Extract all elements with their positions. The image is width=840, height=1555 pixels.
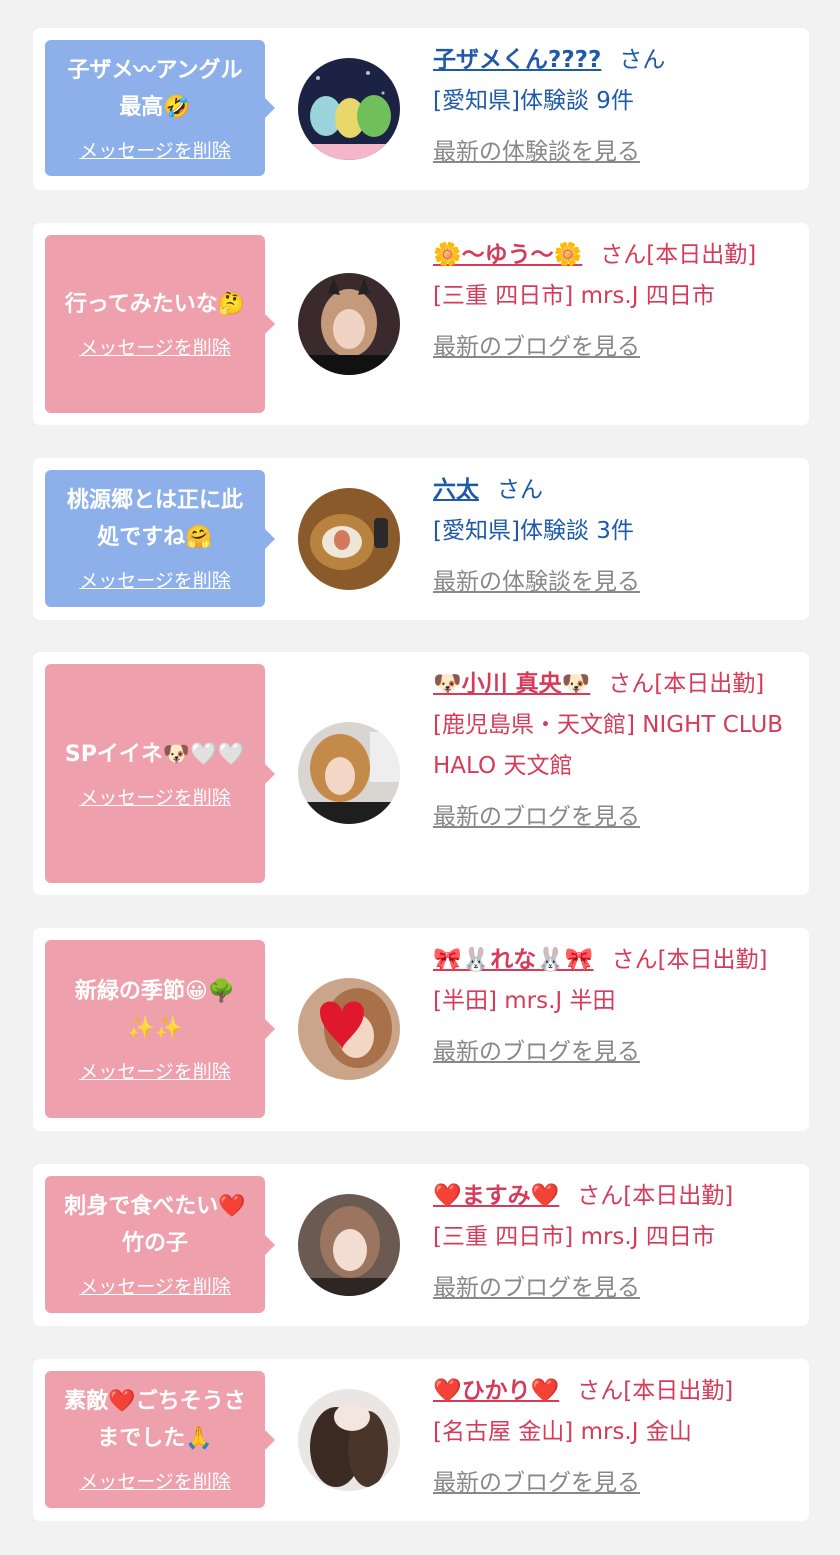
list-item: 素敵❤️ごちそうさ までした🙏 メッセージを削除 ❤️ひかり❤️ さん[本日出勤]… bbox=[33, 1359, 809, 1521]
user-info: ❤️ますみ❤️ さん[本日出勤] [三重 四日市] mrs.J 四日市 最新のブロ… bbox=[433, 1176, 785, 1302]
list-item: 刺身で食べたい❤️ 竹の子 メッセージを削除 ❤️ますみ❤️ さん[本日出勤] [… bbox=[33, 1164, 809, 1326]
user-suffix: さん[本日出勤] bbox=[600, 242, 757, 268]
avatar[interactable] bbox=[298, 722, 400, 824]
user-info: ❤️ひかり❤️ さん[本日出勤] [名古屋 金山] mrs.J 金山 最新のブログ… bbox=[433, 1371, 785, 1497]
user-name-link[interactable]: 🎀🐰れな🐰🎀 bbox=[433, 947, 594, 973]
user-suffix: さん[本日出勤] bbox=[577, 1183, 734, 1209]
message-bubble: 刺身で食べたい❤️ 竹の子 メッセージを削除 bbox=[45, 1176, 275, 1313]
message-text: 桃源郷とは正に此 処ですね🤗 bbox=[66, 488, 243, 550]
avatar[interactable] bbox=[298, 978, 400, 1080]
avatar[interactable] bbox=[298, 58, 400, 160]
message-bubble: 子ザメ〰アングル 最高🤣 メッセージを削除 bbox=[45, 40, 275, 176]
message-bubble: SPイイネ🐶🤍🤍 メッセージを削除 bbox=[45, 664, 275, 883]
message-text: 新緑の季節😀🌳 ✨✨ bbox=[74, 978, 236, 1041]
user-suffix: さん[本日出勤] bbox=[611, 947, 768, 973]
user-meta: [鹿児島県・天文館] NIGHT CLUB HALO 天文館 bbox=[433, 712, 784, 779]
delete-message-link[interactable]: メッセージを削除 bbox=[79, 333, 231, 360]
delete-message-link[interactable]: メッセージを削除 bbox=[79, 1272, 231, 1299]
message-bubble: 素敵❤️ごちそうさ までした🙏 メッセージを削除 bbox=[45, 1371, 275, 1508]
message-bubble: 新緑の季節😀🌳 ✨✨ メッセージを削除 bbox=[45, 940, 275, 1118]
latest-post-link[interactable]: 最新の体験談を見る bbox=[433, 562, 640, 596]
user-name-link[interactable]: ❤️ますみ❤️ bbox=[433, 1183, 559, 1209]
list-item: 桃源郷とは正に此 処ですね🤗 メッセージを削除 六太 さん [愛知県]体験談 3件… bbox=[33, 458, 809, 620]
avatar[interactable] bbox=[298, 1194, 400, 1296]
list-item: 子ザメ〰アングル 最高🤣 メッセージを削除 子ザメくん???? さん [愛知県]体… bbox=[33, 28, 809, 190]
avatar[interactable] bbox=[298, 488, 400, 590]
delete-message-link[interactable]: メッセージを削除 bbox=[79, 1467, 231, 1494]
user-meta: [愛知県]体験談 3件 bbox=[433, 518, 634, 544]
latest-post-link[interactable]: 最新のブログを見る bbox=[433, 1032, 640, 1066]
latest-post-link[interactable]: 最新のブログを見る bbox=[433, 797, 640, 831]
message-text: 子ザメ〰アングル 最高🤣 bbox=[67, 57, 243, 120]
user-name-link[interactable]: 🌼〜ゆう〜🌼 bbox=[433, 242, 582, 268]
avatar[interactable] bbox=[298, 273, 400, 375]
latest-post-link[interactable]: 最新のブログを見る bbox=[433, 1463, 640, 1497]
delete-message-link[interactable]: メッセージを削除 bbox=[79, 1057, 231, 1084]
user-meta: [愛知県]体験談 9件 bbox=[433, 88, 634, 114]
message-bubble: 行ってみたいな🤔 メッセージを削除 bbox=[45, 235, 275, 413]
user-name-link[interactable]: 子ザメくん???? bbox=[433, 47, 601, 73]
delete-message-link[interactable]: メッセージを削除 bbox=[79, 566, 231, 593]
avatar[interactable] bbox=[298, 1389, 400, 1491]
user-info: 子ザメくん???? さん [愛知県]体験談 9件 最新の体験談を見る bbox=[433, 40, 785, 166]
message-list: 子ザメ〰アングル 最高🤣 メッセージを削除 子ザメくん???? さん [愛知県]体… bbox=[0, 0, 840, 1555]
delete-message-link[interactable]: メッセージを削除 bbox=[79, 136, 231, 163]
user-info: 六太 さん [愛知県]体験談 3件 最新の体験談を見る bbox=[433, 470, 785, 596]
user-info: 🐶小川 真央🐶 さん[本日出勤] [鹿児島県・天文館] NIGHT CLUB HA… bbox=[433, 664, 785, 831]
user-info: 🎀🐰れな🐰🎀 さん[本日出勤] [半田] mrs.J 半田 最新のブログを見る bbox=[433, 940, 785, 1066]
message-text: 素敵❤️ごちそうさ までした🙏 bbox=[64, 1389, 246, 1451]
user-name-link[interactable]: 🐶小川 真央🐶 bbox=[433, 671, 590, 697]
user-meta: [名古屋 金山] mrs.J 金山 bbox=[433, 1419, 692, 1445]
user-suffix: さん bbox=[619, 47, 666, 73]
user-meta: [三重 四日市] mrs.J 四日市 bbox=[433, 283, 715, 309]
user-suffix: さん[本日出勤] bbox=[608, 671, 765, 697]
list-item: SPイイネ🐶🤍🤍 メッセージを削除 🐶小川 真央🐶 さん[本日出勤] [鹿児島県・… bbox=[33, 652, 809, 895]
list-item: 行ってみたいな🤔 メッセージを削除 🌼〜ゆう〜🌼 さん[本日出勤] [三重 四日市… bbox=[33, 223, 809, 425]
user-suffix: さん[本日出勤] bbox=[577, 1378, 734, 1404]
user-suffix: さん bbox=[497, 477, 543, 503]
list-item: 新緑の季節😀🌳 ✨✨ メッセージを削除 🎀🐰れな🐰🎀 さん[本日出勤] [半田] … bbox=[33, 928, 809, 1131]
delete-message-link[interactable]: メッセージを削除 bbox=[79, 783, 231, 810]
user-meta: [半田] mrs.J 半田 bbox=[433, 988, 616, 1014]
user-meta: [三重 四日市] mrs.J 四日市 bbox=[433, 1224, 715, 1250]
user-name-link[interactable]: 六太 bbox=[433, 477, 479, 503]
message-text: SPイイネ🐶🤍🤍 bbox=[64, 741, 246, 767]
latest-post-link[interactable]: 最新のブログを見る bbox=[433, 1268, 640, 1302]
message-bubble: 桃源郷とは正に此 処ですね🤗 メッセージを削除 bbox=[45, 470, 275, 607]
latest-post-link[interactable]: 最新の体験談を見る bbox=[433, 132, 640, 166]
message-text: 刺身で食べたい❤️ 竹の子 bbox=[64, 1194, 246, 1256]
latest-post-link[interactable]: 最新のブログを見る bbox=[433, 327, 640, 361]
message-text: 行ってみたいな🤔 bbox=[64, 292, 246, 317]
user-name-link[interactable]: ❤️ひかり❤️ bbox=[433, 1378, 559, 1404]
user-info: 🌼〜ゆう〜🌼 さん[本日出勤] [三重 四日市] mrs.J 四日市 最新のブログ… bbox=[433, 235, 785, 361]
